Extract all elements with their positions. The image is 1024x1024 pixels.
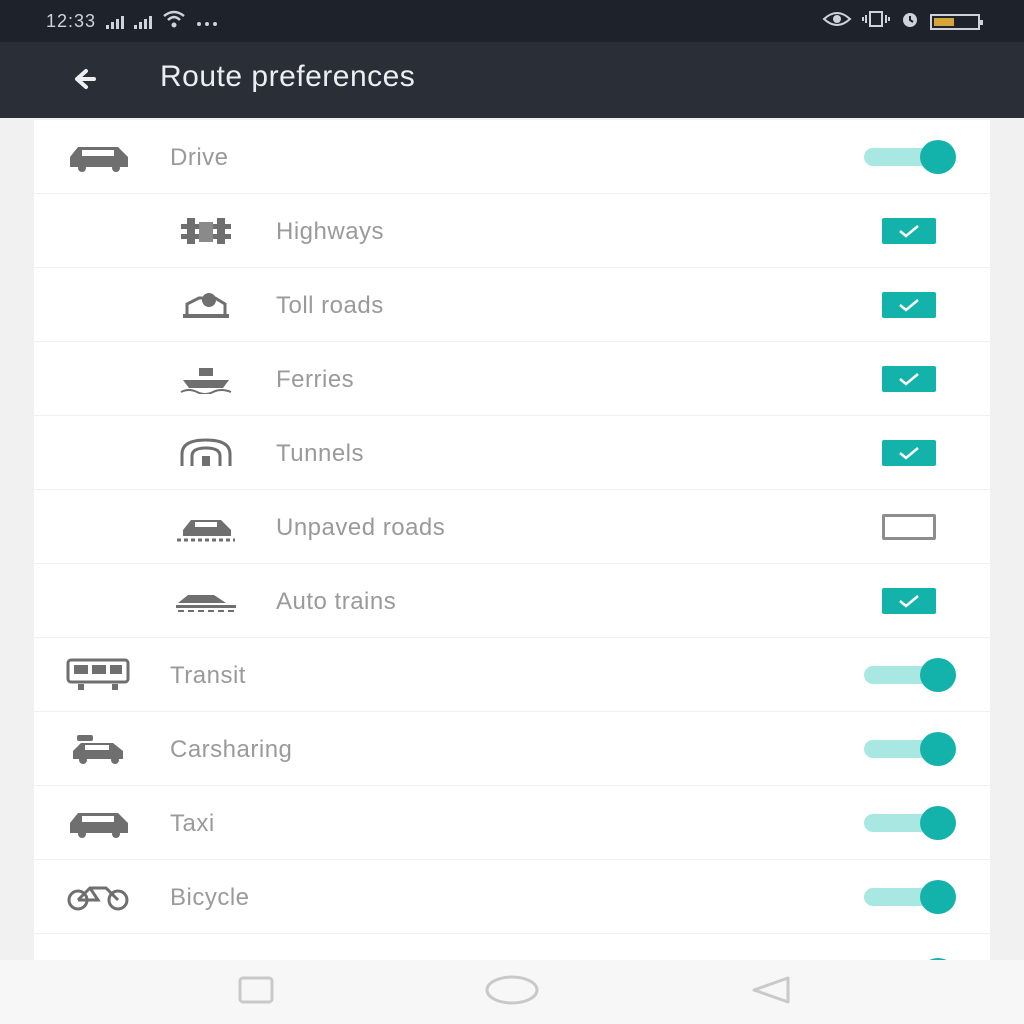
recent-apps-icon xyxy=(236,975,276,1010)
preference-label: Ferries xyxy=(276,366,355,393)
alarm-icon xyxy=(900,9,920,34)
back-arrow-icon xyxy=(72,68,98,95)
auto-train-icon xyxy=(170,584,242,618)
bicycle-icon xyxy=(64,880,134,914)
preference-label: Tunnels xyxy=(276,440,364,467)
preference-label: Bicycle xyxy=(170,884,250,911)
auto-trains-checkbox[interactable] xyxy=(882,588,936,614)
toll-road-icon xyxy=(170,288,242,322)
car-icon xyxy=(64,140,134,174)
signal-icon xyxy=(106,15,125,29)
navigation-bar xyxy=(0,960,1024,1024)
back-button[interactable] xyxy=(60,56,110,106)
preference-label: Unpaved roads xyxy=(276,514,446,541)
preference-label: Transit xyxy=(170,662,246,689)
transit-toggle[interactable] xyxy=(862,658,958,692)
toll-roads-checkbox[interactable] xyxy=(882,292,936,318)
preference-label: Drive xyxy=(170,144,229,171)
battery-level xyxy=(934,17,954,26)
status-right xyxy=(822,9,983,34)
system-back-button[interactable] xyxy=(740,974,800,1010)
taxi-icon xyxy=(64,806,134,840)
preference-row-carsharing[interactable]: Carsharing xyxy=(34,712,990,786)
status-bar: 12:33 xyxy=(0,0,1024,42)
preference-row-partial[interactable] xyxy=(34,934,990,960)
ferries-checkbox[interactable] xyxy=(882,366,936,392)
status-left: 12:33 xyxy=(46,10,218,33)
page-title: Route preferences xyxy=(160,60,416,93)
carsharing-icon xyxy=(64,732,134,766)
taxi-toggle[interactable] xyxy=(862,806,958,840)
eye-icon xyxy=(822,10,852,33)
preference-row-highways[interactable]: Highways xyxy=(34,194,990,268)
home-icon xyxy=(484,974,540,1011)
preference-label: Highways xyxy=(276,218,385,245)
preference-row-unpaved-roads[interactable]: Unpaved roads xyxy=(34,490,990,564)
preference-row-auto-trains[interactable]: Auto trains xyxy=(34,564,990,638)
drive-toggle[interactable] xyxy=(862,140,958,174)
tunnels-checkbox[interactable] xyxy=(882,440,936,466)
transit-icon xyxy=(64,658,134,692)
vibrate-icon xyxy=(862,10,890,33)
unpaved-roads-checkbox[interactable] xyxy=(882,514,936,540)
signal-icon xyxy=(134,15,153,29)
preferences-list: Drive Highways Toll roads Ferries Tunnel… xyxy=(34,120,990,960)
home-button[interactable] xyxy=(482,974,542,1010)
tunnel-icon xyxy=(170,436,242,470)
highway-icon xyxy=(170,214,242,248)
preference-row-ferries[interactable]: Ferries xyxy=(34,342,990,416)
preference-row-taxi[interactable]: Taxi xyxy=(34,786,990,860)
preference-row-tunnels[interactable]: Tunnels xyxy=(34,416,990,490)
preference-row-drive[interactable]: Drive xyxy=(34,120,990,194)
back-icon xyxy=(748,975,792,1010)
preference-label: Carsharing xyxy=(170,736,293,763)
preference-label: Auto trains xyxy=(276,588,397,615)
preference-row-bicycle[interactable]: Bicycle xyxy=(34,860,990,934)
status-time: 12:33 xyxy=(46,11,97,31)
unpaved-road-icon xyxy=(170,510,242,544)
highways-checkbox[interactable] xyxy=(882,218,936,244)
app-bar: Route preferences xyxy=(0,42,1024,118)
preference-row-transit[interactable]: Transit xyxy=(34,638,990,712)
wifi-icon xyxy=(162,10,186,33)
recent-apps-button[interactable] xyxy=(226,974,286,1010)
preference-label: Taxi xyxy=(170,810,215,837)
bicycle-toggle[interactable] xyxy=(862,880,958,914)
battery-icon xyxy=(930,13,983,30)
preference-row-toll-roads[interactable]: Toll roads xyxy=(34,268,990,342)
preference-label: Toll roads xyxy=(276,292,384,319)
more-icon xyxy=(196,11,218,32)
ferry-icon xyxy=(170,362,242,396)
carsharing-toggle[interactable] xyxy=(862,732,958,766)
